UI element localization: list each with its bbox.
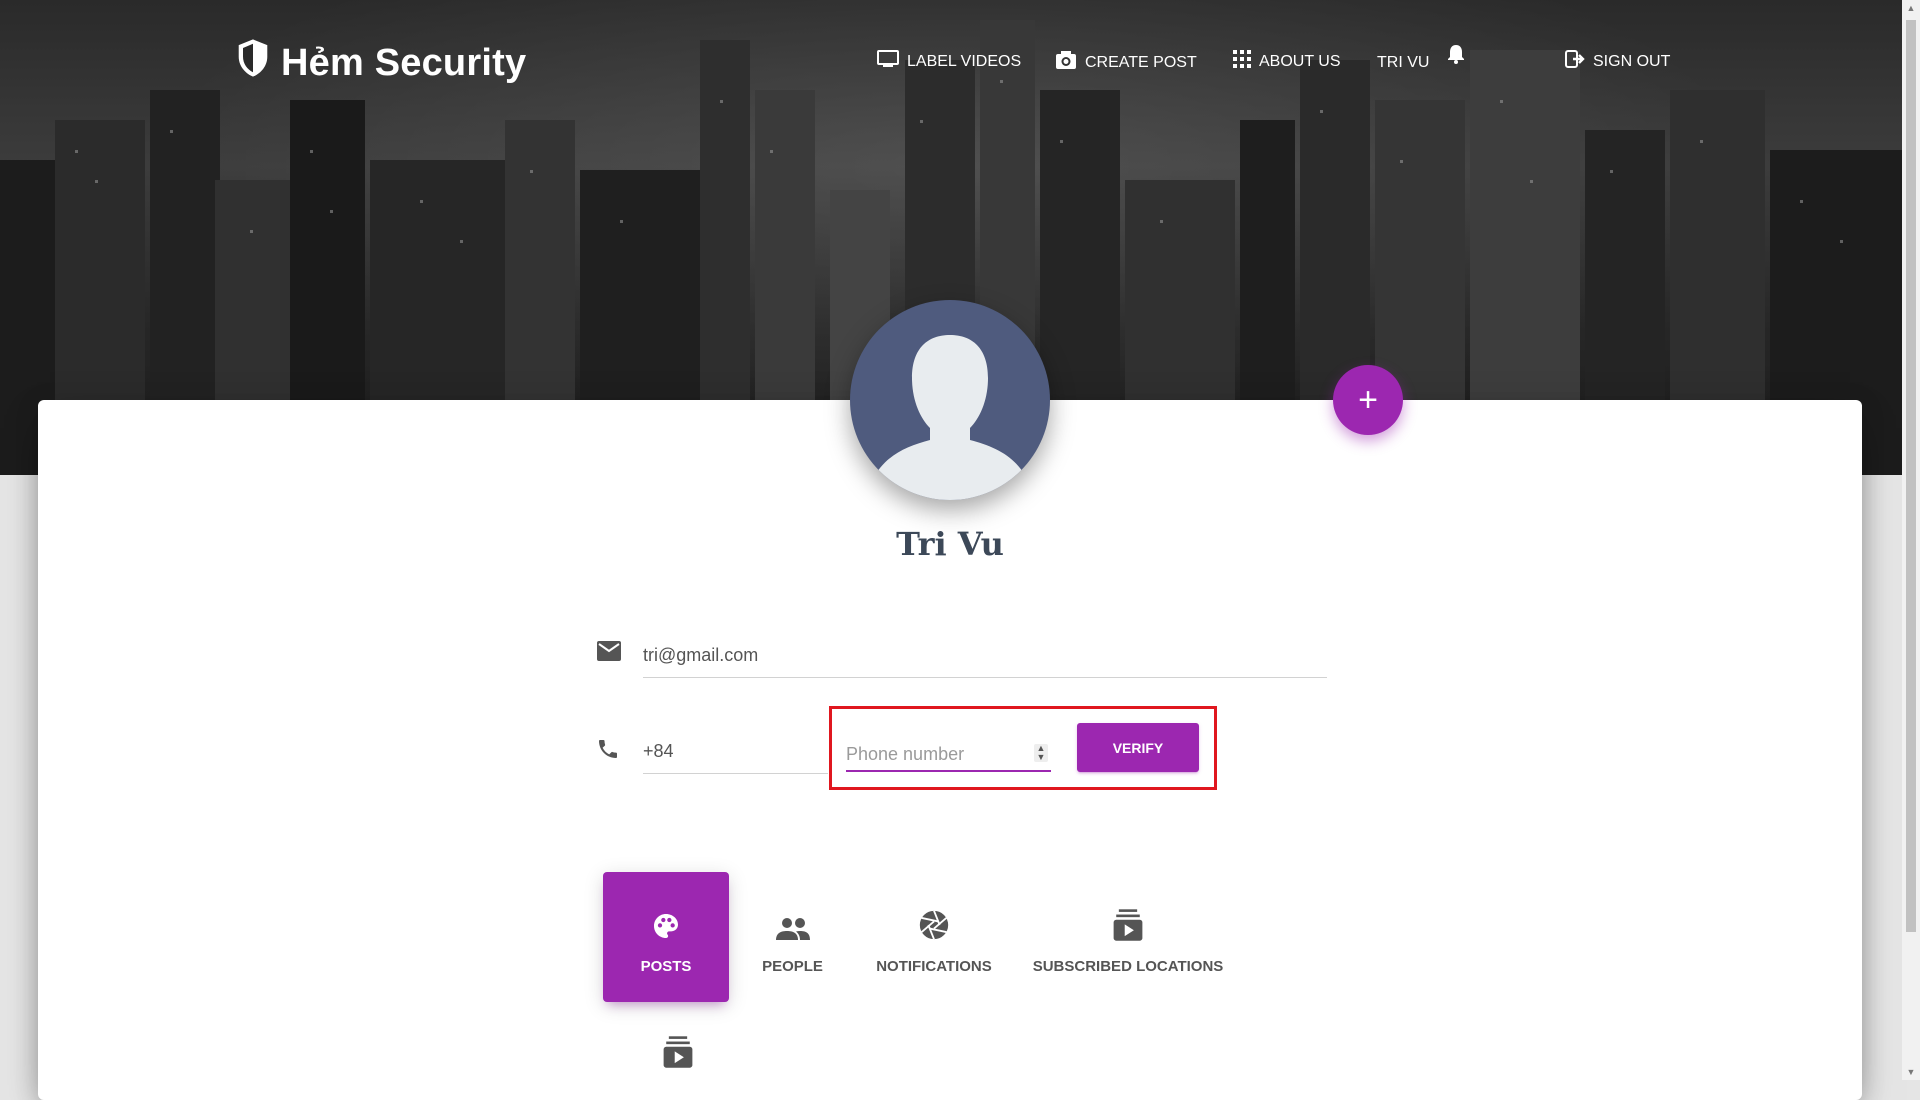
phone-icon	[596, 737, 620, 766]
sign-out-icon	[1565, 50, 1585, 73]
camera-aperture-icon	[917, 902, 951, 942]
tab-label: PEOPLE	[762, 958, 823, 975]
nav-label: TRI VU	[1377, 53, 1430, 71]
monitor-icon	[877, 50, 899, 73]
avatar[interactable]	[850, 300, 1050, 500]
nav-user-menu[interactable]: TRI VU	[1377, 45, 1465, 75]
nav-label-videos[interactable]: LABEL VIDEOS	[877, 50, 1021, 73]
vertical-scrollbar[interactable]: ▲ ▼	[1902, 0, 1920, 1080]
top-navbar: Hẻm Security LABEL VIDEOS CREATE POST AB…	[0, 0, 1902, 120]
subscriptions-icon	[1112, 902, 1144, 942]
add-button[interactable]: +	[1333, 365, 1403, 435]
tab-label: NOTIFICATIONS	[876, 958, 992, 975]
tab-people[interactable]: PEOPLE	[745, 872, 840, 1002]
scroll-down-arrow-icon[interactable]: ▼	[1902, 1064, 1920, 1080]
grid-icon	[1233, 50, 1251, 73]
person-silhouette-icon	[865, 335, 1035, 500]
phone-number-input[interactable]	[846, 738, 1051, 772]
country-code-field[interactable]: +84	[643, 741, 674, 762]
email-icon	[596, 640, 622, 667]
palette-icon	[650, 902, 682, 942]
tab-label: SUBSCRIBED LOCATIONS	[1032, 958, 1224, 975]
nav-label: LABEL VIDEOS	[907, 52, 1022, 70]
nav-label: SIGN OUT	[1593, 52, 1671, 70]
people-icon	[775, 902, 811, 942]
tab-posts[interactable]: POSTS	[603, 872, 729, 1002]
email-value[interactable]: tri@gmail.com	[643, 645, 758, 666]
shield-icon	[235, 38, 281, 88]
brand-logo[interactable]: Hẻm Security	[235, 38, 526, 88]
nav-create-post[interactable]: CREATE POST	[1055, 50, 1197, 75]
scrollbar-thumb[interactable]	[1906, 20, 1916, 932]
nav-sign-out[interactable]: SIGN OUT	[1565, 50, 1670, 73]
tab-subscribed-locations[interactable]: SUBSCRIBED LOCATIONS	[1028, 872, 1228, 1002]
nav-label: CREATE POST	[1085, 53, 1197, 71]
subscriptions-icon[interactable]	[662, 1035, 694, 1074]
profile-name: Tri Vu	[896, 525, 1004, 563]
scroll-up-arrow-icon[interactable]: ▲	[1902, 0, 1920, 16]
number-spinner-icon[interactable]: ▲ ▼	[1034, 744, 1048, 762]
tab-notifications[interactable]: NOTIFICATIONS	[870, 872, 998, 1002]
camera-icon	[1055, 50, 1077, 75]
email-field-underline	[643, 677, 1327, 678]
nav-about-us[interactable]: ABOUT US	[1233, 50, 1341, 73]
nav-label: ABOUT US	[1259, 52, 1341, 70]
tab-label: POSTS	[640, 958, 692, 975]
bell-icon[interactable]	[1447, 44, 1465, 69]
verify-button[interactable]: VERIFY	[1077, 723, 1199, 772]
country-code-underline	[643, 773, 828, 774]
plus-icon: +	[1358, 380, 1378, 419]
brand-name: Hẻm Security	[281, 41, 527, 84]
